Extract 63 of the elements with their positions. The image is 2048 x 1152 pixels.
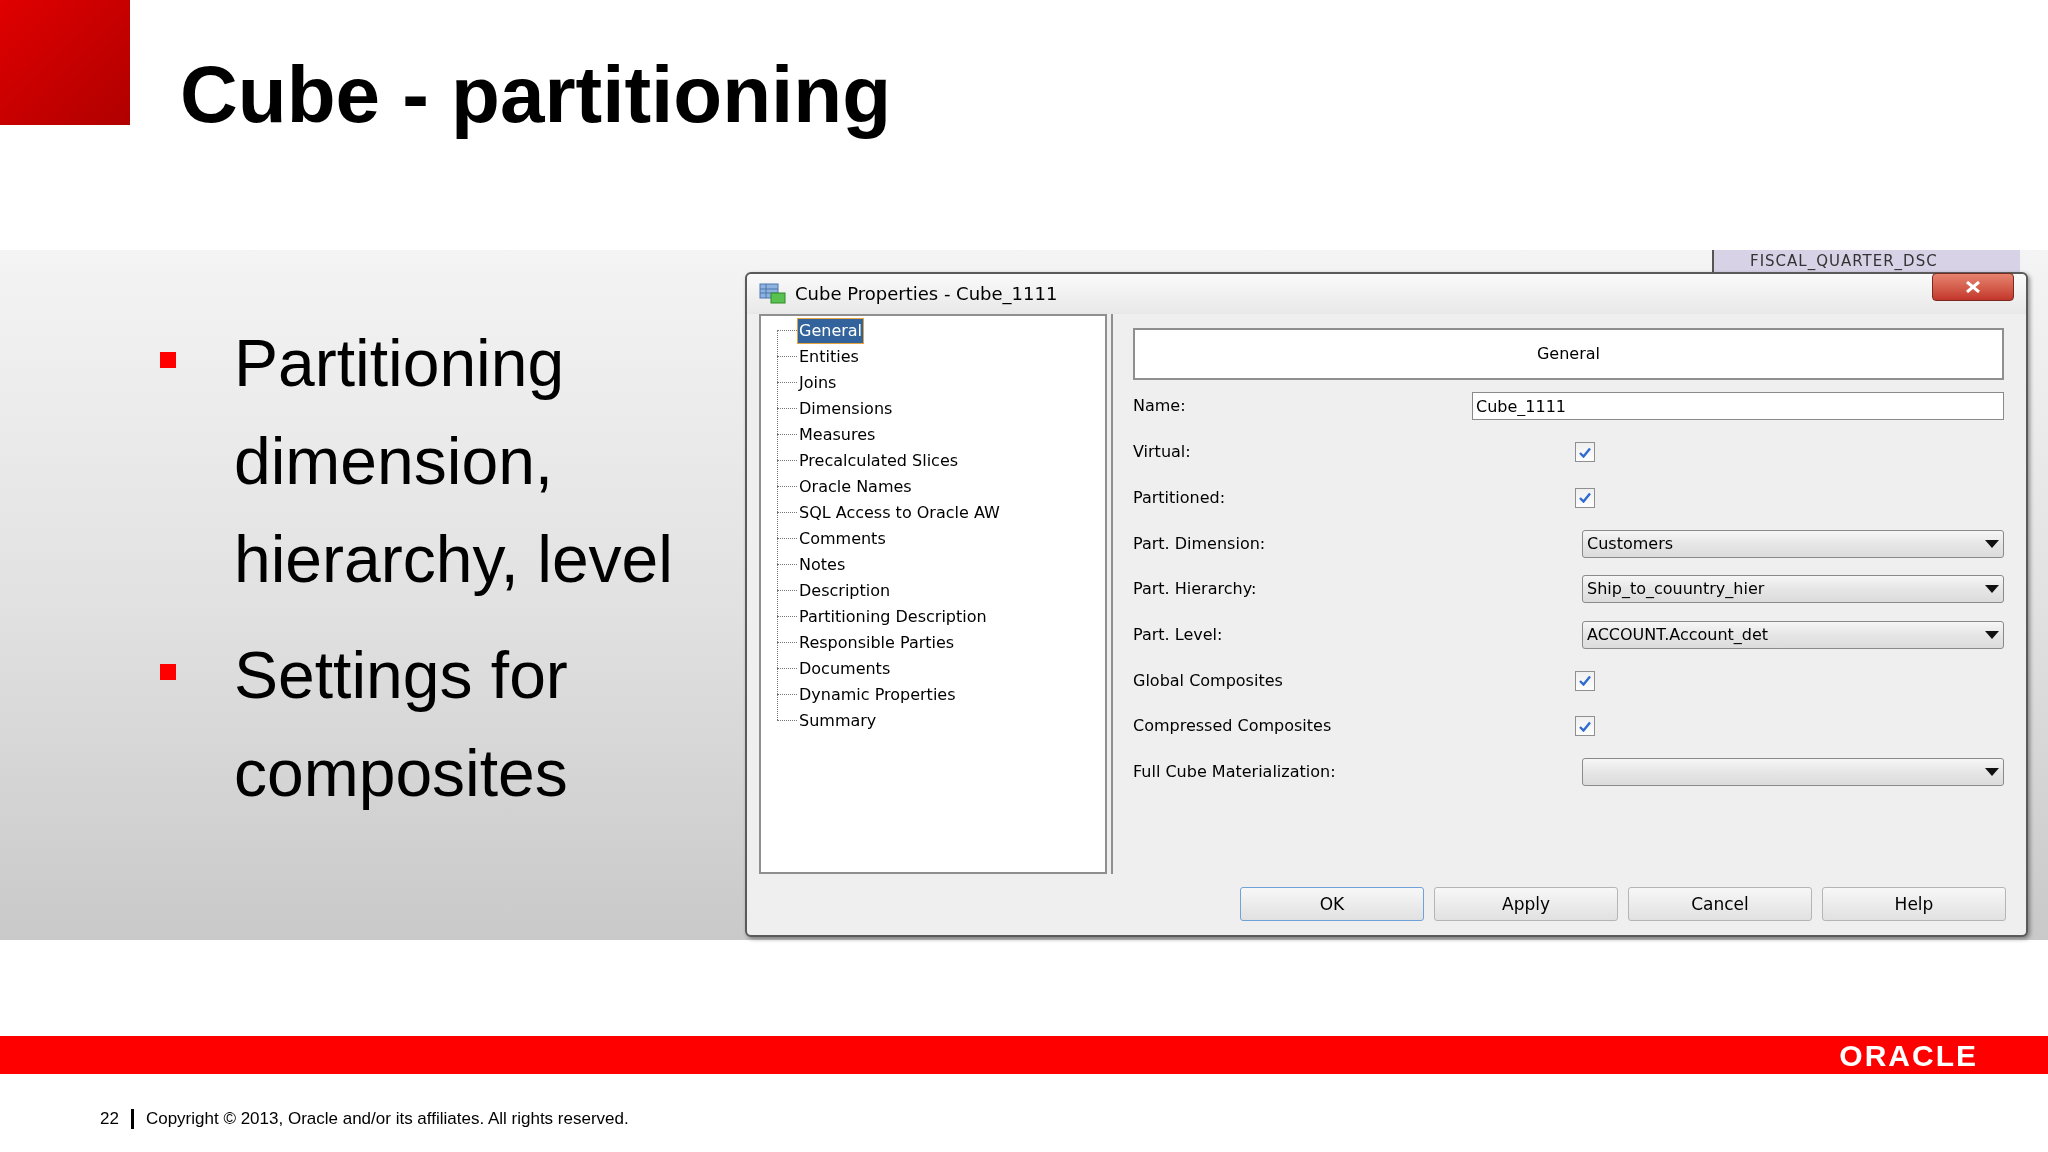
- tree-item[interactable]: Documents: [797, 655, 893, 682]
- checkbox[interactable]: [1575, 442, 1595, 463]
- cube-icon: [759, 281, 787, 306]
- dropdown-arrow-icon: [1985, 767, 1999, 776]
- tree-item[interactable]: Measures: [797, 421, 878, 448]
- checkmark-icon: [1579, 446, 1591, 458]
- close-button[interactable]: [1932, 272, 2014, 301]
- checkmark-icon: [1579, 675, 1591, 687]
- dialog-button[interactable]: Help: [1822, 887, 2006, 922]
- tree-item[interactable]: Precalculated Slices: [797, 447, 961, 474]
- window-title: Cube Properties - Cube_1111: [795, 282, 1058, 307]
- slide-title: Cube - partitioning: [180, 50, 891, 140]
- dialog-button[interactable]: Cancel: [1628, 887, 1812, 922]
- field-label: Partitioned:: [1133, 486, 1227, 509]
- tree-item[interactable]: Comments: [797, 525, 888, 552]
- field-label: Part. Dimension:: [1133, 532, 1267, 555]
- tree-item[interactable]: SQL Access to Oracle AW: [797, 499, 1002, 526]
- field-label: Compressed Composites: [1133, 715, 1333, 738]
- field-label: Full Cube Materialization:: [1133, 760, 1337, 783]
- tree-item[interactable]: Responsible Parties: [797, 629, 957, 656]
- tree-item[interactable]: Oracle Names: [797, 473, 914, 500]
- dropdown[interactable]: Ship_to_couuntry_hier: [1582, 575, 2004, 604]
- oracle-logo: ORACLE: [1839, 1037, 1978, 1074]
- dropdown[interactable]: Customers: [1582, 529, 2004, 558]
- dialog-button[interactable]: OK: [1240, 887, 1424, 922]
- tree-item[interactable]: Entities: [797, 343, 861, 370]
- tree-item[interactable]: Description: [797, 577, 893, 604]
- column-header: FISCAL_QUARTER_DSC: [1712, 250, 2020, 272]
- close-icon: [1965, 280, 1981, 293]
- bullet-square-icon: [160, 664, 176, 680]
- dialog-button[interactable]: Apply: [1434, 887, 1618, 922]
- checkmark-icon: [1579, 492, 1591, 504]
- dropdown[interactable]: ACCOUNT.Account_det: [1582, 620, 2004, 649]
- checkbox[interactable]: [1575, 716, 1595, 737]
- tree-item[interactable]: Dimensions: [797, 395, 895, 422]
- tree-item[interactable]: General: [797, 317, 865, 344]
- dropdown-value: Customers: [1587, 532, 1674, 555]
- dropdown-arrow-icon: [1985, 585, 1999, 594]
- dropdown-value: Ship_to_couuntry_hier: [1587, 578, 1765, 601]
- field-label: Global Composites: [1133, 669, 1284, 692]
- bullet-square-icon: [160, 352, 176, 368]
- dropdown[interactable]: [1582, 757, 2004, 786]
- tree-item[interactable]: Dynamic Properties: [797, 681, 958, 708]
- checkbox[interactable]: [1575, 487, 1595, 508]
- checkmark-icon: [1579, 720, 1591, 732]
- bullet-text: Settings for composites: [234, 637, 569, 812]
- field-label: Part. Level:: [1133, 623, 1224, 646]
- field-label: Name:: [1133, 395, 1187, 418]
- tree-item[interactable]: Joins: [797, 369, 839, 396]
- field-label: Virtual:: [1133, 441, 1192, 464]
- field-label: Part. Hierarchy:: [1133, 578, 1258, 601]
- dropdown-arrow-icon: [1985, 539, 1999, 548]
- page-number: 22: [100, 1108, 119, 1130]
- tree-item[interactable]: Partitioning Description: [797, 603, 989, 630]
- name-field[interactable]: Cube_1111: [1472, 392, 2004, 421]
- checkbox[interactable]: [1575, 670, 1595, 691]
- dropdown-arrow-icon: [1985, 630, 1999, 639]
- copyright-text: Copyright © 2013, Oracle and/or its affiliates. All rights reserved.: [145, 1108, 629, 1130]
- dropdown-value: ACCOUNT.Account_det: [1587, 623, 1769, 646]
- tree-item[interactable]: Summary: [797, 707, 879, 734]
- section-header: General: [1133, 327, 2004, 380]
- tree-item[interactable]: Notes: [797, 551, 848, 578]
- bullet-text: Partitioning dimension, hierarchy, level: [234, 325, 674, 598]
